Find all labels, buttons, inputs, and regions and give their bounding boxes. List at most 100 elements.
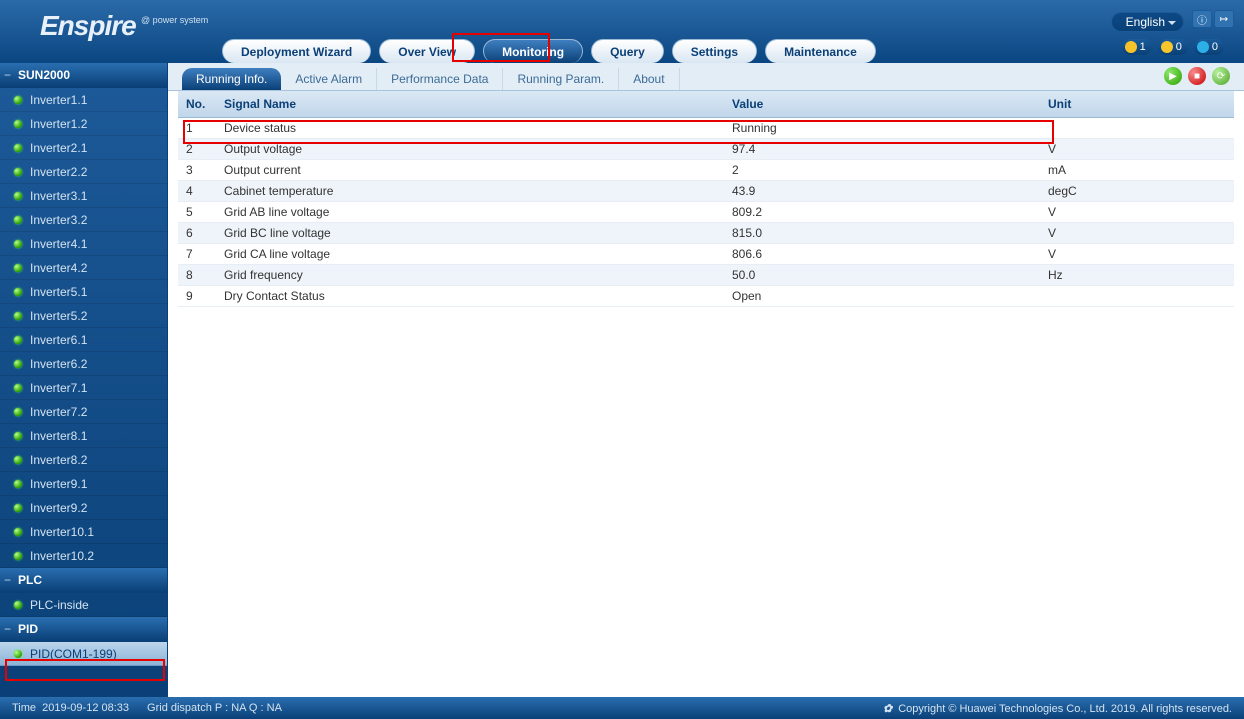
cell-unit: V bbox=[1040, 138, 1234, 159]
cell-name: Grid AB line voltage bbox=[216, 201, 724, 222]
th-signal-name: Signal Name bbox=[216, 91, 724, 117]
footer-dispatch: Grid dispatch P : NA Q : NA bbox=[147, 702, 282, 714]
table-row: 2Output voltage97.4V bbox=[178, 138, 1234, 159]
sub-nav: Running Info. Active Alarm Performance D… bbox=[168, 63, 1244, 91]
th-value: Value bbox=[724, 91, 1040, 117]
cell-unit bbox=[1040, 117, 1234, 138]
cell-name: Cabinet temperature bbox=[216, 180, 724, 201]
subtab-running-info[interactable]: Running Info. bbox=[182, 68, 281, 90]
cell-value: 2 bbox=[724, 159, 1040, 180]
cell-unit: mA bbox=[1040, 159, 1234, 180]
play-icon[interactable]: ▶ bbox=[1164, 67, 1182, 85]
tree-item-inverter[interactable]: Inverter4.2 bbox=[0, 256, 167, 280]
cell-value: 809.2 bbox=[724, 201, 1040, 222]
alarm-badges: 1 0 0 bbox=[1122, 39, 1224, 55]
cell-value: Running bbox=[724, 117, 1040, 138]
content-panel: Running Info. Active Alarm Performance D… bbox=[168, 63, 1244, 697]
tree-item-inverter[interactable]: Inverter8.2 bbox=[0, 448, 167, 472]
stop-icon[interactable]: ■ bbox=[1188, 67, 1206, 85]
badge-minor[interactable]: 0 bbox=[1158, 39, 1188, 55]
language-label: English bbox=[1126, 15, 1165, 29]
cell-value: 97.4 bbox=[724, 138, 1040, 159]
brand-tagline: @ power system bbox=[141, 15, 208, 25]
subtab-performance-data[interactable]: Performance Data bbox=[377, 68, 503, 90]
cell-unit bbox=[1040, 285, 1234, 306]
tree-item-inverter[interactable]: Inverter1.1 bbox=[0, 88, 167, 112]
tree-item-inverter[interactable]: Inverter9.2 bbox=[0, 496, 167, 520]
tab-monitoring[interactable]: Monitoring bbox=[483, 39, 583, 63]
tree-item-inverter[interactable]: Inverter3.1 bbox=[0, 184, 167, 208]
badge-warning[interactable]: 1 bbox=[1122, 39, 1152, 55]
subtab-active-alarm[interactable]: Active Alarm bbox=[281, 68, 377, 90]
tree-group-plc[interactable]: PLC bbox=[0, 568, 167, 593]
badge-info[interactable]: 0 bbox=[1194, 39, 1224, 55]
tree-item-inverter[interactable]: Inverter9.1 bbox=[0, 472, 167, 496]
th-no: No. bbox=[178, 91, 216, 117]
cell-value: 806.6 bbox=[724, 243, 1040, 264]
tree-item-inverter[interactable]: Inverter6.1 bbox=[0, 328, 167, 352]
tree-item-pid-com1-199[interactable]: PID(COM1-199) bbox=[0, 642, 167, 666]
table-row: 9Dry Contact StatusOpen bbox=[178, 285, 1234, 306]
cell-no: 2 bbox=[178, 138, 216, 159]
refresh-icon[interactable]: ⟳ bbox=[1212, 67, 1230, 85]
cell-unit: V bbox=[1040, 222, 1234, 243]
cell-no: 9 bbox=[178, 285, 216, 306]
brand-logo: Enspire @ power system bbox=[40, 10, 206, 42]
subtab-action-icons: ▶ ■ ⟳ bbox=[1164, 67, 1230, 85]
cell-unit: Hz bbox=[1040, 264, 1234, 285]
th-unit: Unit bbox=[1040, 91, 1234, 117]
table-row: 3Output current2mA bbox=[178, 159, 1234, 180]
cell-no: 6 bbox=[178, 222, 216, 243]
cell-name: Output voltage bbox=[216, 138, 724, 159]
brand-name: Enspire bbox=[40, 10, 136, 41]
cell-no: 5 bbox=[178, 201, 216, 222]
cell-unit: degC bbox=[1040, 180, 1234, 201]
tab-maintenance[interactable]: Maintenance bbox=[765, 39, 876, 63]
app-header: Enspire @ power system English ⓘ ↦ 1 0 0… bbox=[0, 0, 1244, 63]
device-tree: SUN2000 Inverter1.1Inverter1.2Inverter2.… bbox=[0, 63, 168, 697]
tree-item-plc-inside[interactable]: PLC-inside bbox=[0, 593, 167, 617]
logout-icon[interactable]: ↦ bbox=[1214, 10, 1234, 28]
table-row: 4Cabinet temperature43.9degC bbox=[178, 180, 1234, 201]
cell-unit: V bbox=[1040, 201, 1234, 222]
cell-name: Dry Contact Status bbox=[216, 285, 724, 306]
tab-overview[interactable]: Over View bbox=[379, 39, 475, 63]
primary-nav: Deployment Wizard Over View Monitoring Q… bbox=[222, 33, 876, 63]
tree-item-inverter[interactable]: Inverter3.2 bbox=[0, 208, 167, 232]
tab-query[interactable]: Query bbox=[591, 39, 664, 63]
cell-no: 1 bbox=[178, 117, 216, 138]
subtab-about[interactable]: About bbox=[619, 68, 679, 90]
header-tool-icons: ⓘ ↦ bbox=[1192, 10, 1234, 28]
tree-item-inverter[interactable]: Inverter1.2 bbox=[0, 112, 167, 136]
main-area: SUN2000 Inverter1.1Inverter1.2Inverter2.… bbox=[0, 63, 1244, 697]
tree-item-inverter[interactable]: Inverter2.1 bbox=[0, 136, 167, 160]
cell-name: Output current bbox=[216, 159, 724, 180]
tree-group-sun2000[interactable]: SUN2000 bbox=[0, 63, 167, 88]
tree-item-inverter[interactable]: Inverter5.1 bbox=[0, 280, 167, 304]
tab-deployment[interactable]: Deployment Wizard bbox=[222, 39, 371, 63]
tree-item-inverter[interactable]: Inverter10.1 bbox=[0, 520, 167, 544]
tree-group-pid[interactable]: PID bbox=[0, 617, 167, 642]
tree-item-inverter[interactable]: Inverter7.2 bbox=[0, 400, 167, 424]
tree-item-inverter[interactable]: Inverter10.2 bbox=[0, 544, 167, 568]
info-icon[interactable]: ⓘ bbox=[1192, 10, 1212, 28]
cell-name: Device status bbox=[216, 117, 724, 138]
tree-item-inverter[interactable]: Inverter2.2 bbox=[0, 160, 167, 184]
tree-item-inverter[interactable]: Inverter8.1 bbox=[0, 424, 167, 448]
tree-item-inverter[interactable]: Inverter4.1 bbox=[0, 232, 167, 256]
cell-value: 43.9 bbox=[724, 180, 1040, 201]
cell-no: 7 bbox=[178, 243, 216, 264]
footer-time-label: Time 2019-09-12 08:33 bbox=[12, 702, 129, 714]
tree-item-inverter[interactable]: Inverter7.1 bbox=[0, 376, 167, 400]
tab-settings[interactable]: Settings bbox=[672, 39, 757, 63]
subtab-running-param[interactable]: Running Param. bbox=[503, 68, 619, 90]
huawei-logo-icon: ✿ bbox=[883, 703, 892, 715]
table-row: 5Grid AB line voltage809.2V bbox=[178, 201, 1234, 222]
cell-value: 815.0 bbox=[724, 222, 1040, 243]
language-select[interactable]: English bbox=[1111, 12, 1184, 32]
tree-item-inverter[interactable]: Inverter5.2 bbox=[0, 304, 167, 328]
cell-no: 8 bbox=[178, 264, 216, 285]
footer-bar: Time 2019-09-12 08:33 Grid dispatch P : … bbox=[0, 697, 1244, 719]
cell-value: Open bbox=[724, 285, 1040, 306]
tree-item-inverter[interactable]: Inverter6.2 bbox=[0, 352, 167, 376]
